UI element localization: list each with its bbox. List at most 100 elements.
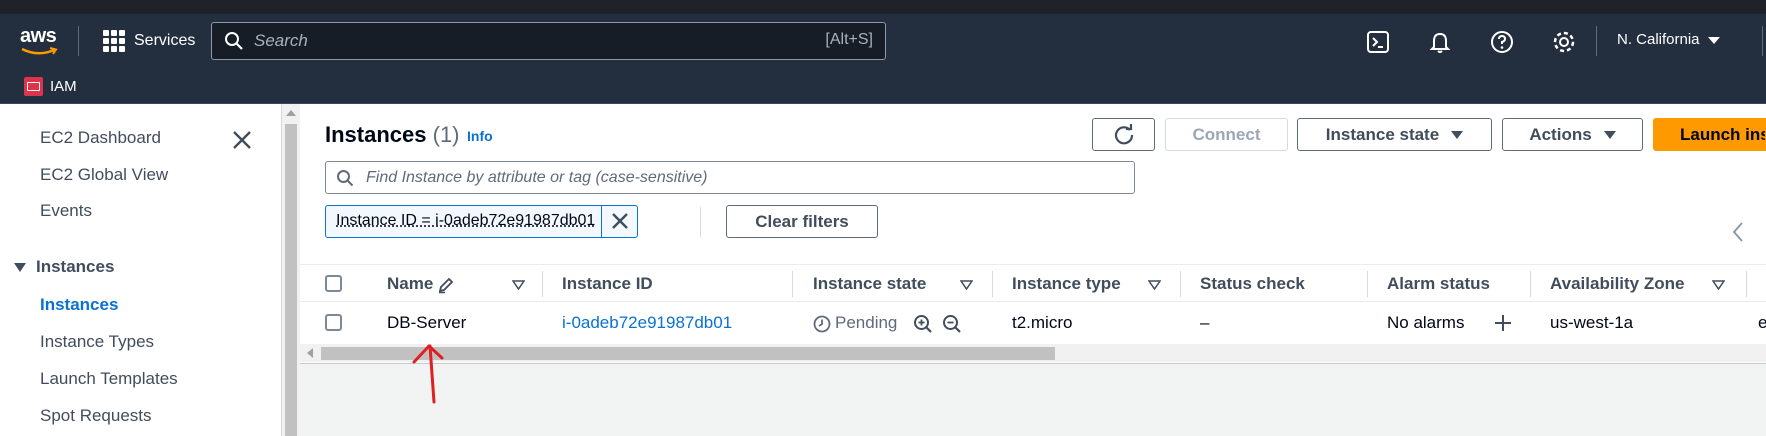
column-header-availability-zone[interactable]: Availability Zone	[1550, 274, 1684, 294]
caret-down-icon	[14, 263, 26, 272]
iam-favorite[interactable]: IAM	[50, 78, 77, 95]
filter-token[interactable]: Instance ID = i-0adeb72e91987db01	[325, 205, 638, 238]
help-icon[interactable]	[1488, 28, 1516, 56]
nav-divider	[1762, 26, 1763, 56]
annotation-arrow	[400, 340, 450, 410]
search-shortcut: [Alt+S]	[825, 31, 873, 49]
column-header-instance-type[interactable]: Instance type	[1012, 274, 1121, 294]
column-divider	[1746, 271, 1747, 297]
select-all-checkbox[interactable]	[325, 275, 342, 292]
column-divider	[542, 271, 543, 297]
column-header-instance-id[interactable]: Instance ID	[562, 274, 653, 294]
gear-icon[interactable]	[1550, 28, 1578, 56]
sort-down-icon[interactable]	[512, 280, 525, 290]
search-icon	[224, 31, 244, 51]
clear-filters-button[interactable]: Clear filters	[726, 205, 878, 238]
sort-down-icon[interactable]	[1712, 280, 1725, 290]
column-divider	[792, 271, 793, 297]
column-divider	[1180, 271, 1181, 297]
chevron-down-icon	[1708, 37, 1720, 44]
scroll-left-arrow-icon[interactable]	[307, 348, 313, 358]
column-header-alarm-status[interactable]: Alarm status	[1387, 274, 1490, 294]
iam-service-icon[interactable]	[24, 77, 43, 96]
sidebar-item-ec2-dashboard[interactable]: EC2 Dashboard	[40, 128, 161, 148]
instance-filter[interactable]	[325, 161, 1135, 194]
column-divider	[1367, 271, 1368, 297]
search-box[interactable]: [Alt+S]	[211, 22, 886, 60]
instance-state-button[interactable]: Instance state	[1297, 118, 1492, 151]
caret-down-icon	[1451, 131, 1463, 139]
remove-token-button[interactable]	[601, 206, 637, 237]
column-divider	[1530, 271, 1531, 297]
cell-instance-type: t2.micro	[1012, 313, 1072, 333]
cloudshell-icon[interactable]	[1364, 28, 1392, 56]
aws-logo[interactable]: aws	[20, 26, 60, 60]
actions-label: Actions	[1529, 125, 1591, 144]
region-label: N. California	[1617, 31, 1700, 48]
search-icon	[336, 169, 354, 187]
smile-icon	[20, 47, 60, 57]
instance-state-label: Instance state	[1326, 125, 1439, 144]
nav-divider	[1596, 26, 1597, 56]
sidebar-item-launch-templates[interactable]: Launch Templates	[40, 369, 178, 389]
sort-down-icon[interactable]	[1148, 280, 1161, 290]
sidebar-scroll-thumb[interactable]	[285, 124, 297, 436]
connect-button[interactable]: Connect	[1165, 118, 1288, 151]
column-divider	[992, 271, 993, 297]
row-checkbox[interactable]	[325, 314, 342, 331]
column-header-name[interactable]: Name	[387, 274, 455, 294]
sidebar: EC2 Dashboard EC2 Global View Events Ins…	[0, 104, 282, 436]
add-alarm-icon[interactable]	[1494, 314, 1512, 332]
region-selector[interactable]: N. California	[1617, 31, 1720, 48]
info-link[interactable]: Info	[467, 128, 493, 144]
sidebar-item-ec2-global-view[interactable]: EC2 Global View	[40, 165, 168, 185]
sidebar-item-spot-requests[interactable]: Spot Requests	[40, 406, 152, 426]
column-header-instance-state[interactable]: Instance state	[813, 274, 926, 294]
refresh-icon	[1113, 124, 1135, 146]
actions-button[interactable]: Actions	[1502, 118, 1643, 151]
refresh-button[interactable]	[1092, 118, 1155, 151]
sidebar-section-label: Instances	[36, 257, 114, 276]
column-label: Name	[387, 274, 433, 293]
browser-strip	[0, 0, 1766, 14]
page-title: Instances (1)	[325, 122, 460, 148]
instance-state-text: Pending	[835, 313, 897, 332]
page-title-text: Instances	[325, 122, 427, 147]
zoom-in-icon[interactable]	[913, 314, 933, 334]
chevron-left-icon[interactable]	[1730, 220, 1746, 244]
filter-input[interactable]	[366, 165, 1106, 190]
zoom-out-icon[interactable]	[942, 314, 962, 334]
service-favorites-bar: IAM	[0, 70, 1766, 104]
table-row[interactable]: DB-Server i-0adeb72e91987db01 Pending t2…	[300, 302, 1766, 344]
cell-overflow: e	[1758, 313, 1766, 333]
sidebar-section-instances[interactable]: Instances	[14, 257, 114, 277]
nav-divider	[78, 26, 79, 56]
cell-instance-state: Pending	[813, 313, 897, 333]
caret-down-icon	[1604, 131, 1616, 139]
aws-logo-text: aws	[20, 26, 60, 46]
bell-icon[interactable]	[1426, 28, 1454, 56]
instance-id-link[interactable]: i-0adeb72e91987db01	[562, 313, 732, 333]
sidebar-item-instances[interactable]: Instances	[40, 295, 118, 315]
services-grid-icon[interactable]	[103, 30, 125, 52]
cell-status-check: –	[1200, 313, 1209, 333]
launch-instances-button[interactable]: Launch ins	[1653, 118, 1766, 151]
top-navigation: aws Services [Alt+S] N. California	[0, 14, 1766, 70]
table-header: Name Instance ID Instance state Instance…	[300, 264, 1766, 302]
filter-divider	[700, 207, 701, 237]
filter-token-text: Instance ID = i-0adeb72e91987db01	[336, 212, 595, 230]
cell-name: DB-Server	[387, 313, 466, 333]
cell-alarm-status: No alarms	[1387, 313, 1464, 333]
search-input[interactable]	[254, 27, 754, 55]
column-header-status-check[interactable]: Status check	[1200, 274, 1305, 294]
instance-count: (1)	[433, 122, 460, 147]
close-icon[interactable]	[230, 128, 254, 152]
clock-icon	[813, 315, 831, 333]
sidebar-item-events[interactable]: Events	[40, 201, 92, 221]
sidebar-item-instance-types[interactable]: Instance Types	[40, 332, 154, 352]
edit-icon	[437, 276, 455, 294]
cell-availability-zone: us-west-1a	[1550, 313, 1633, 333]
sort-down-icon[interactable]	[960, 280, 973, 290]
services-menu[interactable]: Services	[134, 32, 195, 50]
scroll-up-arrow-icon[interactable]	[286, 110, 296, 116]
